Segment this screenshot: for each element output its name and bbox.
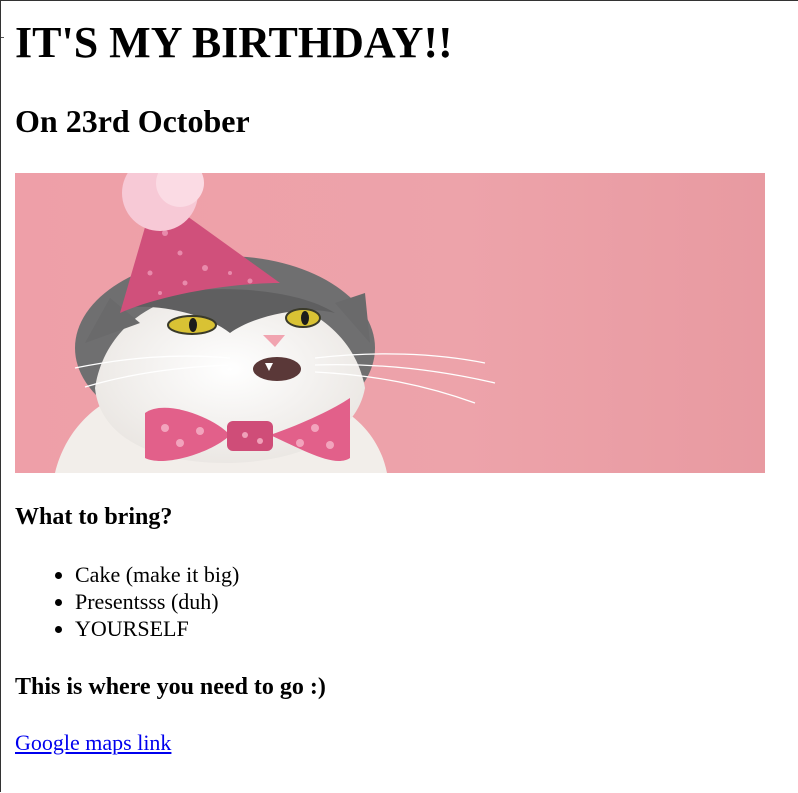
date-heading: On 23rd October [15,103,250,139]
cat-party-illustration [15,173,765,473]
cat-pupil-left [189,318,197,332]
list-item: YOURSELF [75,615,239,642]
list-item: Cake (make it big) [75,561,239,588]
page-title: IT'S MY BIRTHDAY!! [15,18,453,67]
hero-image [15,173,765,473]
location-heading: This is where you need to go :) [15,674,326,700]
bowtie-knot [227,421,273,451]
cat-mouth [253,357,301,381]
google-maps-link[interactable]: Google maps link [15,729,171,757]
cat-pupil-right [301,311,309,325]
bring-list: Cake (make it big) Presentsss (duh) YOUR… [35,561,239,642]
list-item: Presentsss (duh) [75,588,239,615]
page: IT'S MY BIRTHDAY!! On 23rd October What … [1,1,798,793]
bring-heading: What to bring? [15,504,173,530]
edge-mark [1,37,4,48]
